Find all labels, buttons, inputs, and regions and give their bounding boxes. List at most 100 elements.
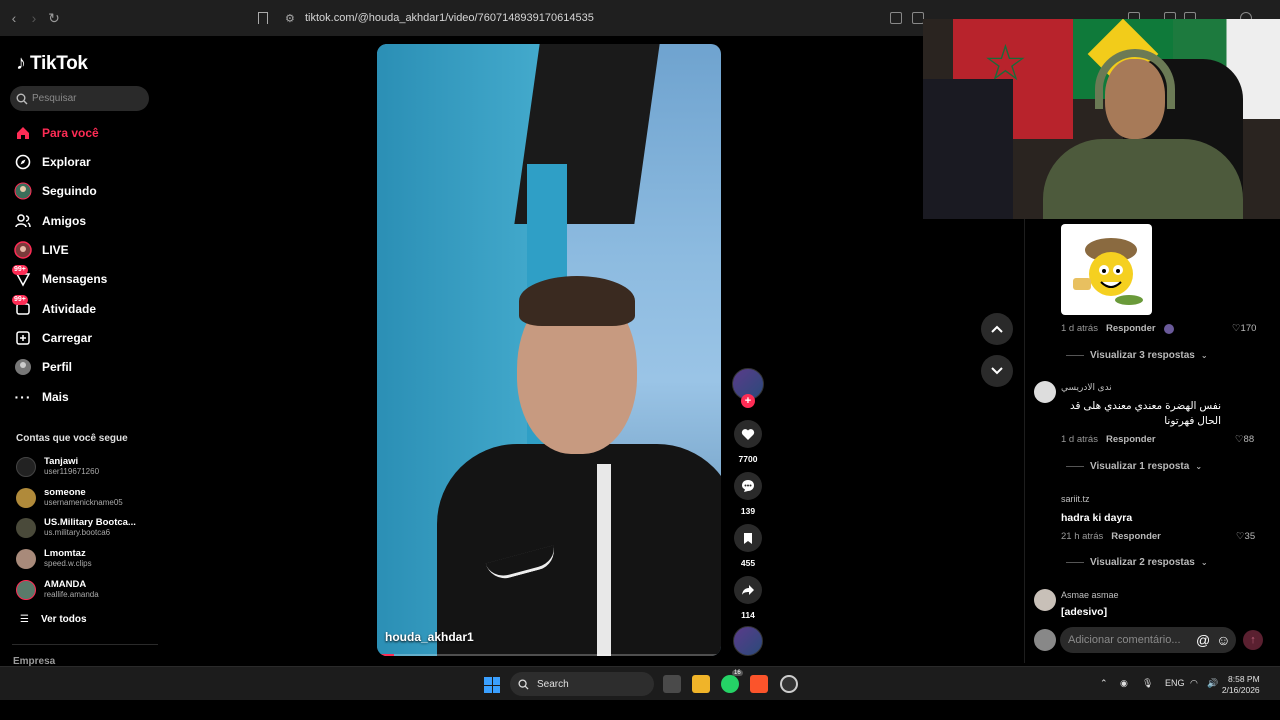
following-account[interactable]: US.Military Bootca... us.military.bootca6 bbox=[16, 517, 136, 538]
forward-icon[interactable]: › bbox=[26, 10, 42, 26]
comment-meta: 1 d atrás Responder bbox=[1061, 323, 1174, 334]
search-box[interactable] bbox=[10, 86, 149, 111]
nav-para-voce[interactable]: Para você bbox=[14, 122, 99, 144]
follow-plus-icon[interactable]: + bbox=[741, 394, 755, 408]
avatar bbox=[16, 579, 36, 600]
music-disc-button[interactable] bbox=[732, 626, 764, 656]
comment-author[interactable]: Asmae asmae bbox=[1061, 590, 1119, 600]
task-view-icon[interactable] bbox=[663, 675, 681, 693]
reply-button[interactable]: Responder bbox=[1111, 531, 1161, 542]
profile-icon bbox=[14, 358, 32, 376]
tiktok-note-icon: ♪ bbox=[16, 52, 26, 74]
message-icon: 99+ bbox=[12, 265, 32, 288]
reply-button[interactable]: Responder bbox=[1106, 323, 1156, 334]
comment-like-button[interactable]: ♡88 bbox=[1235, 434, 1254, 445]
view-replies-button[interactable]: Visualizar 1 resposta ⌄ bbox=[1066, 461, 1202, 472]
back-icon[interactable]: ‹ bbox=[6, 10, 22, 26]
comment-input[interactable] bbox=[1068, 634, 1192, 646]
my-avatar bbox=[1034, 629, 1056, 651]
compass-icon bbox=[14, 153, 32, 171]
send-button[interactable]: ↑ bbox=[1243, 630, 1263, 650]
following-account[interactable]: Tanjawi user119671260 bbox=[16, 456, 99, 477]
brave-browser-icon[interactable] bbox=[750, 675, 768, 693]
taskbar-search[interactable]: Search bbox=[510, 672, 654, 696]
tiktok-logo[interactable]: ♪ TikTok bbox=[16, 52, 88, 75]
upload-icon bbox=[14, 329, 32, 347]
comment-author[interactable]: ندى الادريسي bbox=[1061, 382, 1112, 393]
video-author[interactable]: houda_akhdar1 bbox=[385, 630, 474, 644]
author-avatar-button[interactable]: + bbox=[732, 368, 764, 408]
address-bar[interactable]: tiktok.com/@houda_akhdar1/video/76071489… bbox=[305, 12, 594, 24]
reload-icon[interactable]: ↻ bbox=[46, 10, 62, 26]
previous-video-button[interactable] bbox=[981, 313, 1013, 345]
comment-box[interactable]: @ ☺ bbox=[1060, 627, 1236, 653]
comment-button[interactable]: 139 bbox=[732, 472, 764, 516]
file-explorer-icon[interactable] bbox=[692, 675, 710, 693]
network-icon[interactable]: ◉ bbox=[1120, 678, 1128, 689]
chevron-down-icon: ⌄ bbox=[1195, 462, 1203, 471]
windows-start-icon[interactable] bbox=[484, 677, 500, 693]
nav-perfil[interactable]: Perfil bbox=[14, 356, 72, 378]
messages-badge: 99+ bbox=[12, 265, 28, 275]
heart-outline-icon: ♡ bbox=[1236, 531, 1245, 542]
reply-button[interactable]: Responder bbox=[1106, 434, 1156, 445]
nav-seguindo[interactable]: Seguindo bbox=[14, 180, 97, 202]
site-settings-icon[interactable]: ⚙ bbox=[285, 12, 295, 25]
nav-amigos[interactable]: Amigos bbox=[14, 210, 86, 232]
save-button[interactable]: 455 bbox=[732, 524, 764, 568]
heart-icon bbox=[734, 420, 762, 448]
following-account[interactable]: AMANDA reallife.amanda bbox=[16, 579, 99, 600]
comment-like-button[interactable]: ♡35 bbox=[1236, 531, 1255, 542]
nav-mais[interactable]: ··· Mais bbox=[14, 386, 69, 408]
following-account[interactable]: someone usernamenickname05 bbox=[16, 487, 123, 508]
see-all-link[interactable]: ☰ Ver todos bbox=[20, 614, 87, 625]
clock[interactable]: 8:58 PM 2/16/2026 bbox=[1222, 674, 1260, 696]
whatsapp-badge: 16 bbox=[732, 670, 743, 676]
search-icon bbox=[16, 93, 28, 104]
share-button[interactable]: 114 bbox=[732, 576, 764, 620]
chevron-up-icon bbox=[991, 325, 1003, 333]
video-progress[interactable] bbox=[377, 654, 721, 656]
creator-avatar-icon bbox=[1163, 323, 1174, 334]
comment-text: hadra ki dayra bbox=[1061, 512, 1133, 524]
following-section-title: Contas que você segue bbox=[16, 433, 128, 444]
following-account[interactable]: Lmomtaz speed.w.clips bbox=[16, 548, 92, 569]
more-icon: ··· bbox=[14, 389, 32, 405]
search-input[interactable] bbox=[32, 93, 142, 104]
comment-like-button[interactable]: ♡170 bbox=[1232, 323, 1256, 334]
activity-badge: 99+ bbox=[12, 295, 28, 305]
nav-explorar[interactable]: Explorar bbox=[14, 151, 91, 173]
nav-carregar[interactable]: Carregar bbox=[14, 327, 92, 349]
sticker-image bbox=[1061, 224, 1152, 315]
following-icon bbox=[14, 182, 32, 200]
nav-mensagens[interactable]: 99+ Mensagens bbox=[12, 265, 107, 290]
obs-icon[interactable] bbox=[780, 675, 798, 693]
wifi-icon[interactable]: ◠ bbox=[1190, 678, 1198, 689]
friends-icon bbox=[14, 212, 32, 230]
mention-icon[interactable]: @ bbox=[1196, 632, 1210, 648]
bookmark-icon[interactable] bbox=[258, 12, 268, 24]
view-replies-button[interactable]: Visualizar 2 respostas ⌄ bbox=[1066, 557, 1208, 568]
whatsapp-icon[interactable]: 16 bbox=[721, 670, 743, 693]
webcam-overlay: ☆ bbox=[923, 19, 1280, 219]
comment-author[interactable]: sariit.tz bbox=[1061, 494, 1090, 504]
view-replies-button[interactable]: Visualizar 3 respostas ⌄ bbox=[1066, 350, 1208, 361]
emoji-icon[interactable]: ☺ bbox=[1216, 632, 1230, 648]
avatar[interactable] bbox=[1034, 589, 1056, 611]
extension-icon[interactable] bbox=[890, 12, 902, 24]
microphone-icon[interactable]: 🎙 bbox=[1142, 678, 1153, 689]
nav-atividade[interactable]: 99+ Atividade bbox=[12, 295, 96, 320]
like-button[interactable]: 7700 bbox=[732, 420, 764, 464]
avatar[interactable] bbox=[1034, 381, 1056, 403]
chevron-up-icon[interactable]: ⌃ bbox=[1100, 678, 1108, 689]
comment-meta: 1 d atrás Responder bbox=[1061, 434, 1156, 445]
comment-text: [adesivo] bbox=[1061, 606, 1108, 617]
divider bbox=[12, 644, 158, 645]
comment-icon bbox=[734, 472, 762, 500]
next-video-button[interactable] bbox=[981, 355, 1013, 387]
nav-live[interactable]: LIVE bbox=[14, 239, 69, 261]
video-player[interactable]: houda_akhdar1 bbox=[377, 44, 721, 656]
heart-outline-icon: ♡ bbox=[1235, 434, 1244, 445]
language-indicator[interactable]: ENG bbox=[1165, 678, 1185, 688]
avatar bbox=[16, 548, 36, 569]
